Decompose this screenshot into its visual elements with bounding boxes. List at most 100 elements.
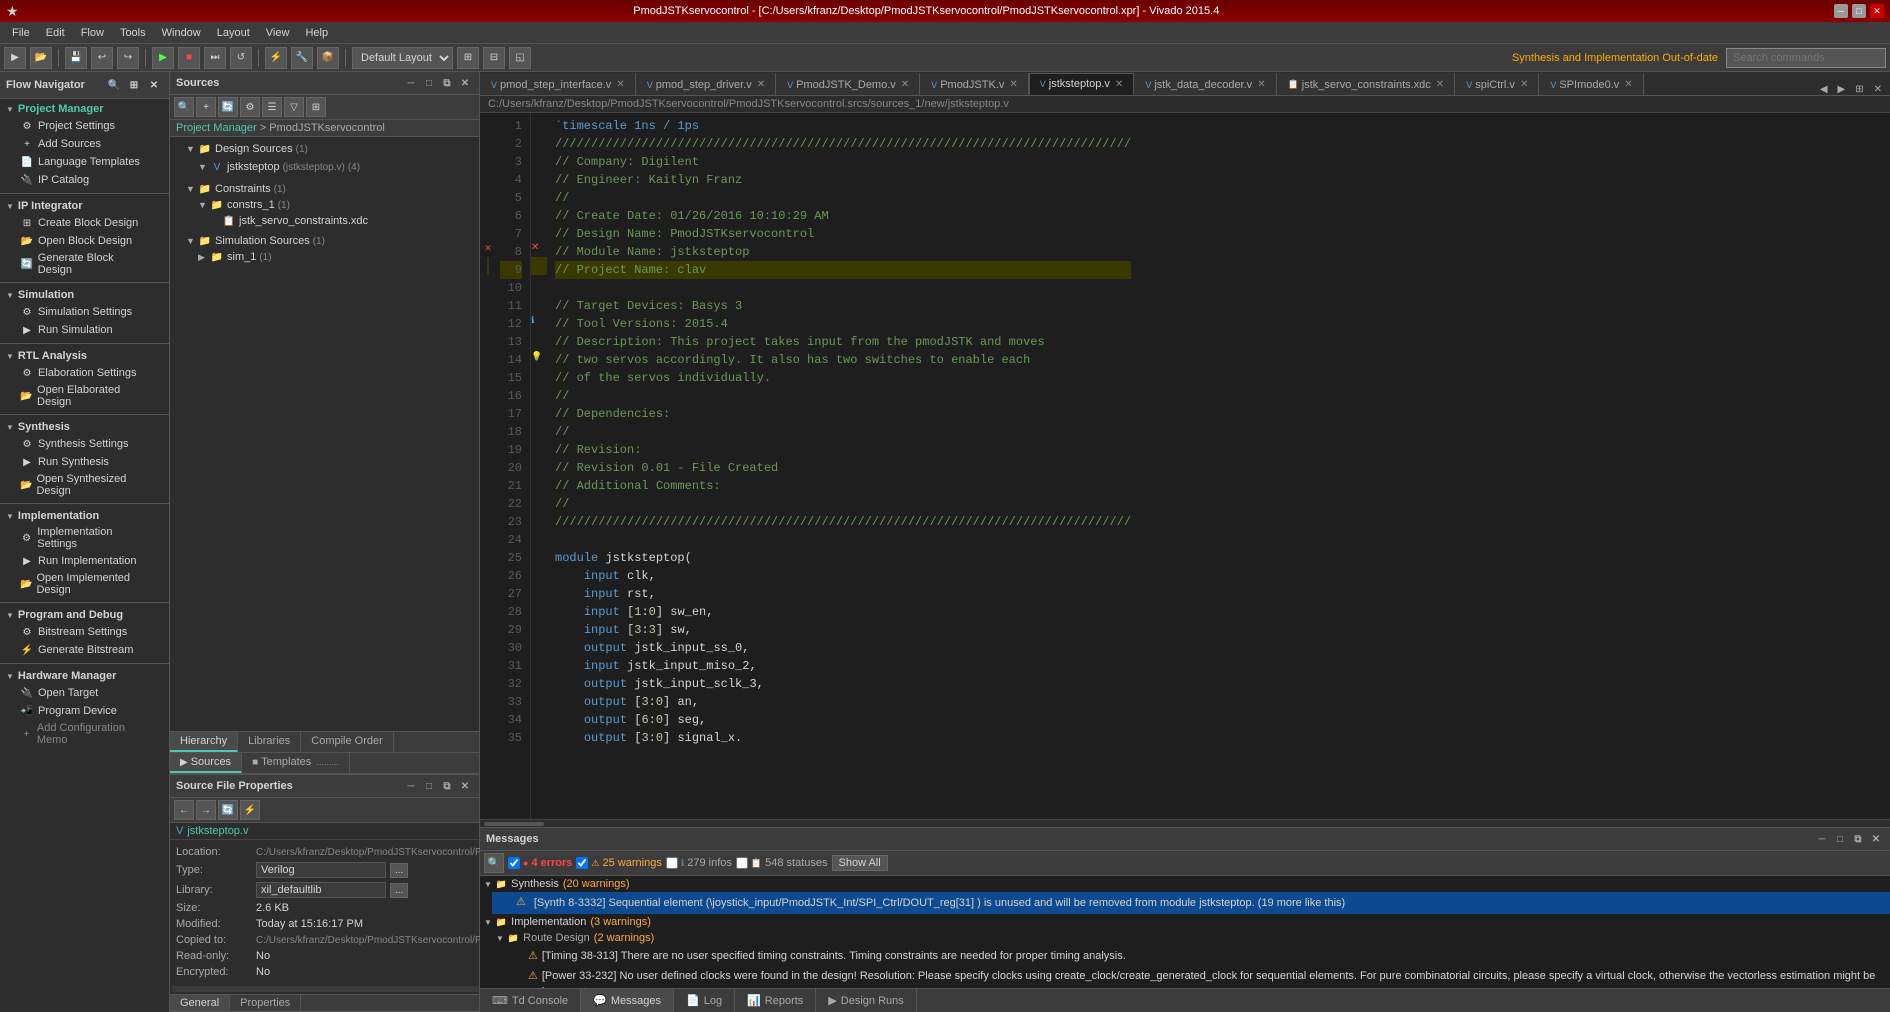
nav-open-block-design[interactable]: 📂Open Block Design bbox=[0, 232, 169, 250]
nav-run-synthesis[interactable]: ▶Run Synthesis bbox=[0, 453, 169, 471]
tab-jstksteptop-close[interactable]: ✕ bbox=[1115, 79, 1123, 90]
sim-sources-toggle[interactable]: ▼ bbox=[186, 236, 198, 246]
tab-pmod-step-interface[interactable]: V pmod_step_interface.v ✕ bbox=[480, 73, 636, 95]
reset-button[interactable]: ↺ bbox=[230, 47, 252, 69]
nav-search-button[interactable]: 🔍 bbox=[105, 76, 123, 94]
jstk-top-toggle[interactable]: ▼ bbox=[198, 162, 210, 172]
messages-float[interactable]: ⧉ bbox=[1850, 831, 1866, 847]
sources-expand-btn[interactable]: ⊞ bbox=[306, 97, 326, 117]
collapse-left-btn[interactable]: ◀ bbox=[1816, 84, 1832, 95]
nav-run-simulation[interactable]: ▶Run Simulation bbox=[0, 321, 169, 339]
minimize-button[interactable]: ─ bbox=[1834, 4, 1848, 18]
maximize-button[interactable]: □ bbox=[1852, 4, 1866, 18]
bottom-tab-console[interactable]: ⌨Td Console bbox=[480, 989, 581, 1012]
messages-close[interactable]: ✕ bbox=[1868, 831, 1884, 847]
tab-spimode0[interactable]: V SPImode0.v ✕ bbox=[1539, 73, 1643, 95]
msg-warnings-checkbox[interactable] bbox=[576, 857, 588, 869]
save-button[interactable]: 💾 bbox=[65, 47, 87, 69]
nav-simulation-settings[interactable]: ⚙Simulation Settings bbox=[0, 303, 169, 321]
menu-help[interactable]: Help bbox=[297, 25, 336, 41]
nav-add-sources[interactable]: +Add Sources bbox=[0, 135, 169, 153]
layout-btn3[interactable]: ◱ bbox=[509, 47, 531, 69]
split-btn[interactable]: ⊞ bbox=[1851, 84, 1867, 95]
tab-pmodjstk[interactable]: V PmodJSTK.v ✕ bbox=[920, 73, 1029, 95]
props-forward-btn[interactable]: → bbox=[196, 800, 216, 820]
prop-type-field[interactable] bbox=[256, 862, 386, 878]
menu-window[interactable]: Window bbox=[154, 25, 209, 41]
tab-pmod-step-driver-close[interactable]: ✕ bbox=[757, 79, 765, 90]
tab-jstksteptop[interactable]: V jstksteptop.v ✕ bbox=[1029, 73, 1135, 95]
section-ip-integrator-header[interactable]: ▼ IP Integrator bbox=[0, 198, 169, 214]
props-back-btn[interactable]: ← bbox=[174, 800, 194, 820]
messages-maximize[interactable]: □ bbox=[1832, 831, 1848, 847]
nav-open-implemented-design[interactable]: 📂Open Implemented Design bbox=[0, 570, 169, 598]
tab-pmod-step-interface-close[interactable]: ✕ bbox=[616, 79, 624, 90]
nav-program-device[interactable]: 📲Program Device bbox=[0, 702, 169, 720]
file-props-close[interactable]: ✕ bbox=[457, 778, 473, 794]
constraints-row[interactable]: ▼ 📁 Constraints (1) bbox=[170, 181, 479, 197]
nav-implementation-settings[interactable]: ⚙Implementation Settings bbox=[0, 524, 169, 552]
tab-spimode0-close[interactable]: ✕ bbox=[1624, 79, 1632, 90]
file-props-maximize[interactable]: □ bbox=[421, 778, 437, 794]
file-props-minimize[interactable]: ─ bbox=[403, 778, 419, 794]
sources-filter-btn[interactable]: ▽ bbox=[284, 97, 304, 117]
undo-button[interactable]: ↩ bbox=[91, 47, 113, 69]
tab-jstk-constraints-close[interactable]: ✕ bbox=[1436, 79, 1444, 90]
synth-button[interactable]: ⚡ bbox=[265, 47, 287, 69]
messages-content[interactable]: ▼ 📁 Synthesis (20 warnings) ⚠ [Synth 8-3… bbox=[480, 876, 1890, 988]
props-refresh-btn[interactable]: 🔄 bbox=[218, 800, 238, 820]
nav-create-block-design[interactable]: ⊞Create Block Design bbox=[0, 214, 169, 232]
xdc-row[interactable]: 📋 jstk_servo_constraints.xdc bbox=[194, 213, 479, 229]
stop-button[interactable]: ■ bbox=[178, 47, 200, 69]
tab-pmodjstk-demo-close[interactable]: ✕ bbox=[901, 79, 909, 90]
bottom-tab-design-runs[interactable]: ▶Design Runs bbox=[816, 989, 916, 1012]
tab-pmodjstk-close[interactable]: ✕ bbox=[1009, 79, 1017, 90]
section-rtl-analysis-header[interactable]: ▼ RTL Analysis bbox=[0, 348, 169, 364]
nav-open-elaborated-design[interactable]: 📂Open Elaborated Design bbox=[0, 382, 169, 410]
design-sources-row[interactable]: ▼ 📁 Design Sources (1) bbox=[170, 141, 479, 157]
prop-type-btn[interactable]: ... bbox=[390, 863, 408, 878]
nav-bitstream-settings[interactable]: ⚙Bitstream Settings bbox=[0, 623, 169, 641]
bottom-tab-messages[interactable]: 💬Messages bbox=[581, 989, 674, 1012]
subtab-templates[interactable]: ■Templates ......... bbox=[242, 753, 350, 773]
sim-sources-row[interactable]: ▼ 📁 Simulation Sources (1) bbox=[170, 233, 479, 249]
sources-settings-btn[interactable]: ⚙ bbox=[240, 97, 260, 117]
props-action-btn[interactable]: ⚡ bbox=[240, 800, 260, 820]
sources-view-btn[interactable]: ☰ bbox=[262, 97, 282, 117]
constraints-toggle[interactable]: ▼ bbox=[186, 184, 198, 194]
tab-jstk-decoder[interactable]: V jstk_data_decoder.v ✕ bbox=[1134, 73, 1276, 95]
tab-hierarchy[interactable]: Hierarchy bbox=[170, 732, 238, 752]
code-content[interactable]: `timescale 1ns / 1ps ///////////////////… bbox=[547, 113, 1139, 819]
collapse-right-btn[interactable]: ▶ bbox=[1834, 84, 1850, 95]
layout-btn1[interactable]: ⊞ bbox=[457, 47, 479, 69]
msg-item-power[interactable]: ⚠ [Power 33-232] No user defined clocks … bbox=[492, 966, 1890, 988]
msg-section-synthesis-header[interactable]: ▼ 📁 Synthesis (20 warnings) bbox=[480, 876, 1890, 892]
prop-library-btn[interactable]: ... bbox=[390, 883, 408, 898]
sim1-row[interactable]: ▶ 📁 sim_1 (1) bbox=[182, 249, 479, 265]
section-synthesis-header[interactable]: ▼ Synthesis bbox=[0, 419, 169, 435]
msg-statuses-checkbox[interactable] bbox=[736, 857, 748, 869]
section-program-debug-header[interactable]: ▼ Program and Debug bbox=[0, 607, 169, 623]
tab-jstk-constraints[interactable]: 📋 jstk_servo_constraints.xdc ✕ bbox=[1277, 73, 1456, 95]
msg-infos-checkbox[interactable] bbox=[666, 857, 678, 869]
msg-section-impl-header[interactable]: ▼ 📁 Implementation (3 warnings) bbox=[480, 914, 1890, 930]
nav-run-implementation[interactable]: ▶Run Implementation bbox=[0, 552, 169, 570]
nav-open-synthesized-design[interactable]: 📂Open Synthesized Design bbox=[0, 471, 169, 499]
sources-refresh-btn[interactable]: 🔄 bbox=[218, 97, 238, 117]
code-area[interactable]: ✕ 12345 678910 1112131415 1617181920 212… bbox=[480, 113, 1890, 819]
menu-edit[interactable]: Edit bbox=[38, 25, 73, 41]
menu-layout[interactable]: Layout bbox=[209, 25, 258, 41]
close-button[interactable]: ✕ bbox=[1870, 4, 1884, 18]
layout-btn2[interactable]: ⊟ bbox=[483, 47, 505, 69]
msg-search-btn[interactable]: 🔍 bbox=[484, 853, 504, 873]
sources-search-btn[interactable]: 🔍 bbox=[174, 97, 194, 117]
nav-synthesis-settings[interactable]: ⚙Synthesis Settings bbox=[0, 435, 169, 453]
bottom-tab-reports[interactable]: 📊Reports bbox=[735, 989, 816, 1012]
section-hardware-manager-header[interactable]: ▼ Hardware Manager bbox=[0, 668, 169, 684]
run-button[interactable]: ▶ bbox=[152, 47, 174, 69]
section-simulation-header[interactable]: ▼ Simulation bbox=[0, 287, 169, 303]
nav-language-templates[interactable]: 📄Language Templates bbox=[0, 153, 169, 171]
menu-tools[interactable]: Tools bbox=[112, 25, 154, 41]
constrs1-row[interactable]: ▼ 📁 constrs_1 (1) bbox=[182, 197, 479, 213]
sources-maximize-btn[interactable]: □ bbox=[421, 75, 437, 91]
